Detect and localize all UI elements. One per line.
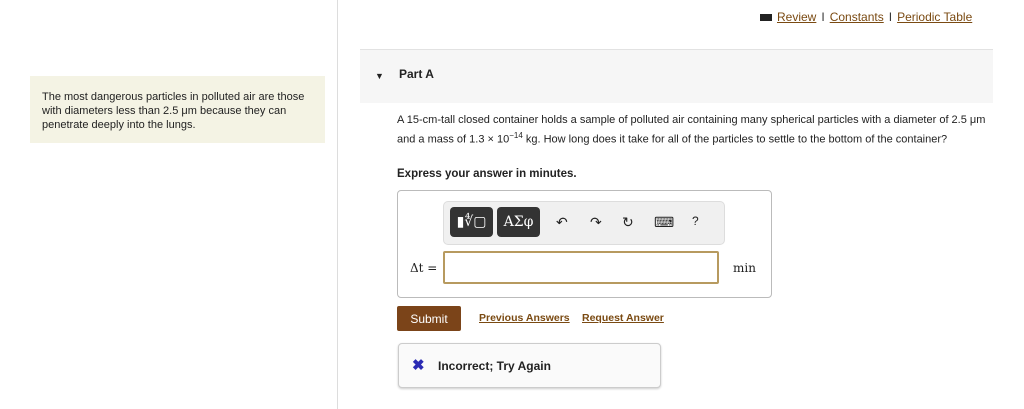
answer-box: ▮∜▢ ΑΣφ ↶ ↷ ↻ ⌨ ? Δt = min (397, 190, 772, 298)
previous-answers-link[interactable]: Previous Answers (479, 312, 570, 324)
templates-button[interactable]: ▮∜▢ (450, 207, 493, 237)
incorrect-x-icon: ✖ (412, 357, 425, 374)
question-text: A 15-cm-tall closed container holds a sa… (397, 114, 986, 146)
help-icon[interactable]: ? (692, 214, 699, 228)
symbols-button[interactable]: ΑΣφ (497, 207, 540, 237)
feedback-box: ✖ Incorrect; Try Again (398, 343, 661, 388)
instruction: Express your answer in minutes. (397, 168, 577, 180)
top-links: Review I Constants I Periodic Table (760, 10, 972, 24)
part-a-header[interactable]: ▼ Part A (360, 49, 993, 103)
reset-icon[interactable]: ↻ (622, 214, 634, 231)
separator: I (821, 10, 825, 24)
collapse-triangle-icon[interactable]: ▼ (375, 71, 384, 81)
divider (337, 0, 338, 409)
separator: I (888, 10, 893, 24)
undo-icon[interactable]: ↶ (556, 214, 568, 231)
book-icon (760, 14, 772, 22)
submit-button[interactable]: Submit (397, 306, 461, 331)
periodic-table-link[interactable]: Periodic Table (897, 10, 972, 24)
answer-label: Δt = (410, 261, 438, 275)
request-answer-link[interactable]: Request Answer (582, 312, 664, 324)
unit-label: min (733, 261, 756, 275)
feedback-text: Incorrect; Try Again (438, 359, 551, 373)
part-label: Part A (399, 67, 434, 81)
intro-panel: The most dangerous particles in polluted… (30, 76, 325, 143)
review-link[interactable]: Review (777, 10, 816, 24)
constants-link[interactable]: Constants (830, 10, 884, 24)
keyboard-icon[interactable]: ⌨ (654, 214, 674, 231)
answer-input[interactable] (443, 251, 719, 284)
math-toolbar: ▮∜▢ ΑΣφ ↶ ↷ ↻ ⌨ ? (443, 201, 725, 245)
redo-icon[interactable]: ↷ (590, 214, 602, 231)
intro-text: The most dangerous particles in polluted… (42, 91, 305, 131)
